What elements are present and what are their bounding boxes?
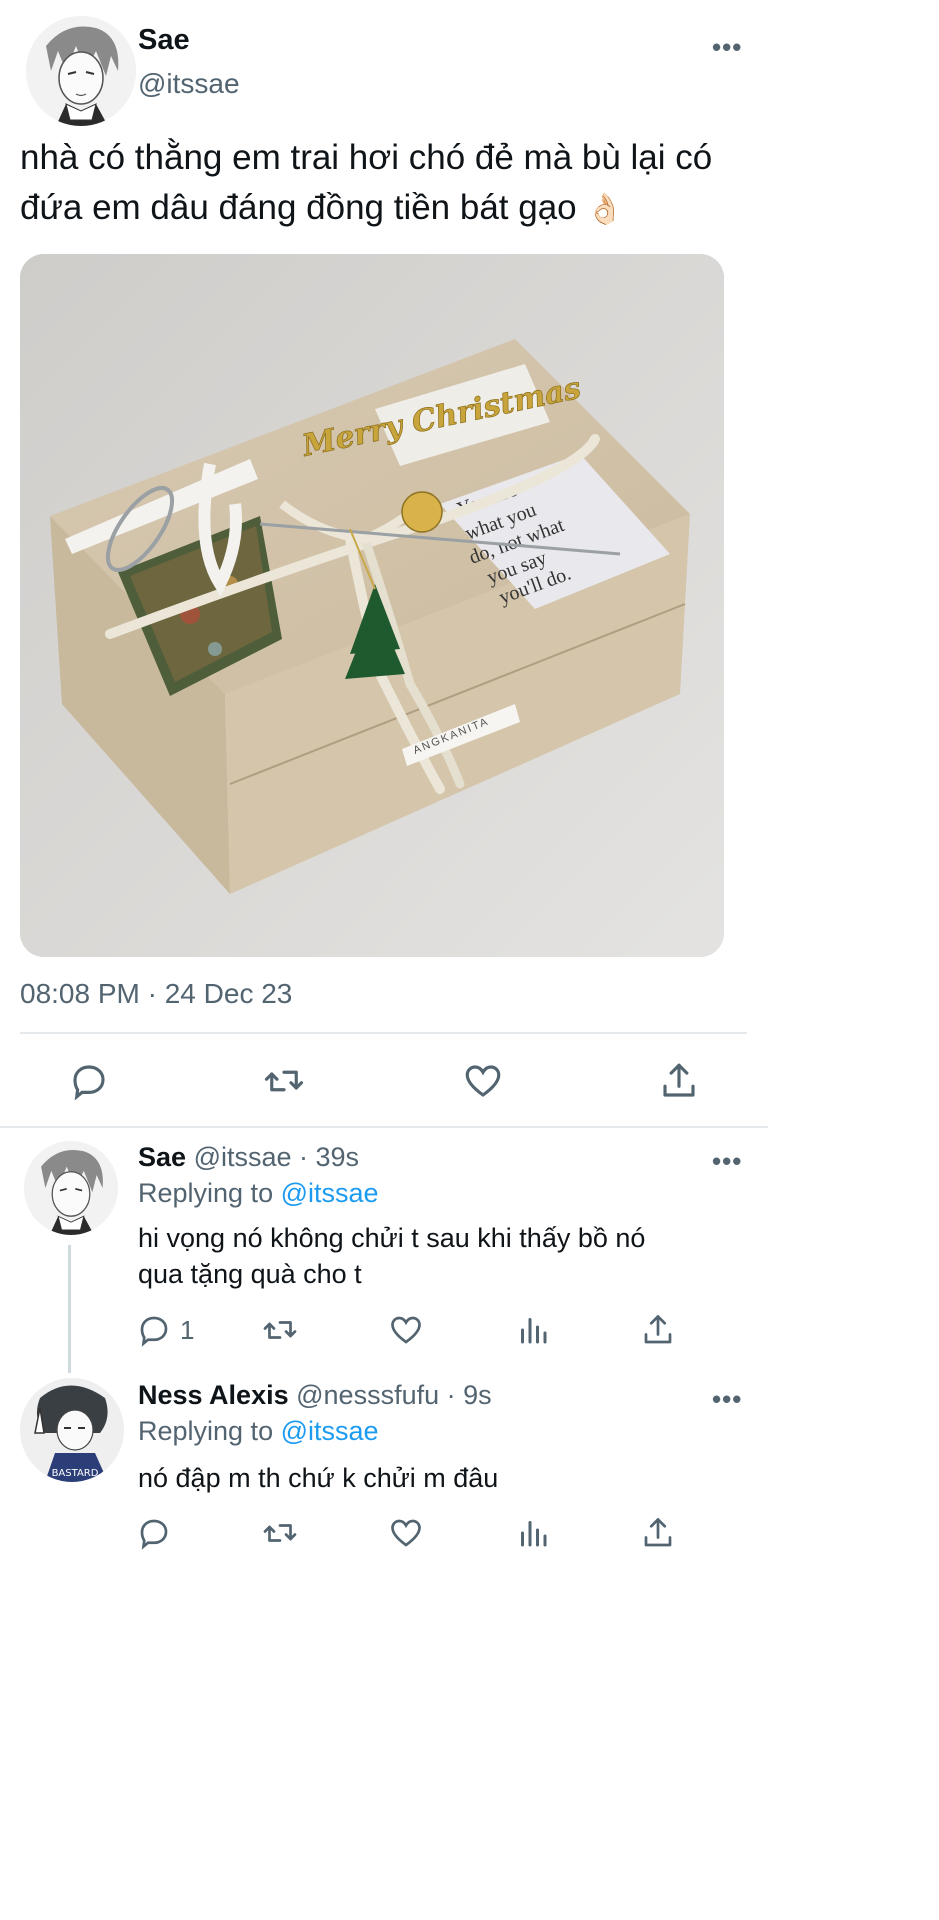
avatar-ness-alexis[interactable]: BASTARD [20,1378,124,1482]
replying-to-prefix: Replying to [138,1416,274,1446]
reply-button[interactable] [68,1060,110,1102]
tweet-text-line-2-text: đứa em dâu đáng đồng tiền bát gạo [20,188,577,227]
reply-2-text: nó đập m th chứ k chửi m đâu [138,1463,499,1493]
reply-1-like-button[interactable] [388,1312,424,1348]
reply-1-views-button[interactable] [515,1312,551,1348]
more-options-button[interactable]: ••• [712,34,742,60]
reply-1-text: hi vọng nó không chửi t sau khi thấy bồ … [138,1220,738,1292]
reply-icon [140,1519,168,1550]
divider [20,1032,747,1034]
retweet-icon [263,1321,297,1339]
reply-2-header: Ness Alexis @nesssfufu · 9s [138,1380,492,1411]
tweet-text-line-2: đứa em dâu đáng đồng tiền bát gạo 👌🏻 [20,183,780,235]
reply-1-more-button[interactable]: ••• [712,1148,742,1174]
reply-2-reply-button[interactable] [136,1515,172,1551]
reply-2-replying-to: Replying to @itssae [138,1416,379,1447]
svg-text:BASTARD: BASTARD [52,1468,99,1479]
reply-icon [140,1316,168,1347]
reply-2-retweet-button[interactable] [261,1515,299,1551]
views-icon [521,1521,547,1547]
like-button[interactable] [462,1060,504,1102]
reply-1-handle[interactable]: @itssae [194,1142,292,1172]
retweet-icon [263,1524,297,1542]
reply-2-display-name[interactable]: Ness Alexis [138,1380,289,1410]
reply-1-retweet-button[interactable] [261,1312,299,1348]
reply-2-handle[interactable]: @nesssfufu [296,1380,439,1410]
replying-to-prefix: Replying to [138,1178,274,1208]
retweet-button[interactable] [262,1060,306,1102]
more-icon: ••• [712,1146,743,1176]
reply-2-more-button[interactable]: ••• [712,1386,742,1412]
tweet-media-image[interactable]: You are what you do, not what you say yo… [20,254,724,957]
reply-2-share-button[interactable] [640,1515,676,1551]
thread-connector-line [68,1245,71,1373]
replying-to-link[interactable]: @itssae [281,1178,379,1208]
author-display-name[interactable]: Sae [138,24,190,57]
reply-1-header: Sae @itssae · 39s [138,1142,359,1173]
like-icon [391,1316,421,1344]
ok-hand-emoji: 👌🏻 [586,193,624,226]
reply-1-share-button[interactable] [640,1312,676,1348]
tweet-text-line-1: nhà có thằng em trai hơi chó đẻ mà bù lạ… [20,138,713,177]
share-icon [644,1315,672,1344]
like-icon [391,1519,421,1547]
reply-icon [73,1065,105,1101]
views-icon [521,1318,547,1344]
like-icon [465,1065,501,1097]
avatar-sae-reply[interactable] [24,1141,118,1235]
reply-1-text-line-1: hi vọng nó không chửi t sau khi thấy bồ … [138,1223,646,1253]
share-button[interactable] [658,1060,700,1102]
reply-2-time[interactable]: · 9s [447,1380,492,1410]
reply-2-views-button[interactable] [515,1515,551,1551]
reply-1-text-line-2: qua tặng quà cho t [138,1259,362,1289]
author-handle[interactable]: @itssae [138,68,240,100]
divider [0,1126,768,1128]
reply-1-replying-to: Replying to @itssae [138,1178,379,1209]
share-icon [644,1518,672,1547]
replying-to-link[interactable]: @itssae [281,1416,379,1446]
reply-1-display-name[interactable]: Sae [138,1142,186,1172]
reply-1-reply-count: 1 [180,1314,195,1345]
more-icon: ••• [712,1384,743,1414]
reply-1-time[interactable]: · 39s [299,1142,359,1172]
more-icon: ••• [712,32,743,62]
reply-1-reply-button[interactable]: 1 [136,1312,194,1348]
retweet-icon [264,1070,304,1092]
share-icon [663,1063,695,1097]
reply-2-like-button[interactable] [388,1515,424,1551]
avatar-sae[interactable] [26,16,136,126]
tweet-timestamp[interactable]: 08:08 PM · 24 Dec 23 [20,978,292,1010]
tweet-text: nhà có thằng em trai hơi chó đẻ mà bù lạ… [20,133,780,235]
